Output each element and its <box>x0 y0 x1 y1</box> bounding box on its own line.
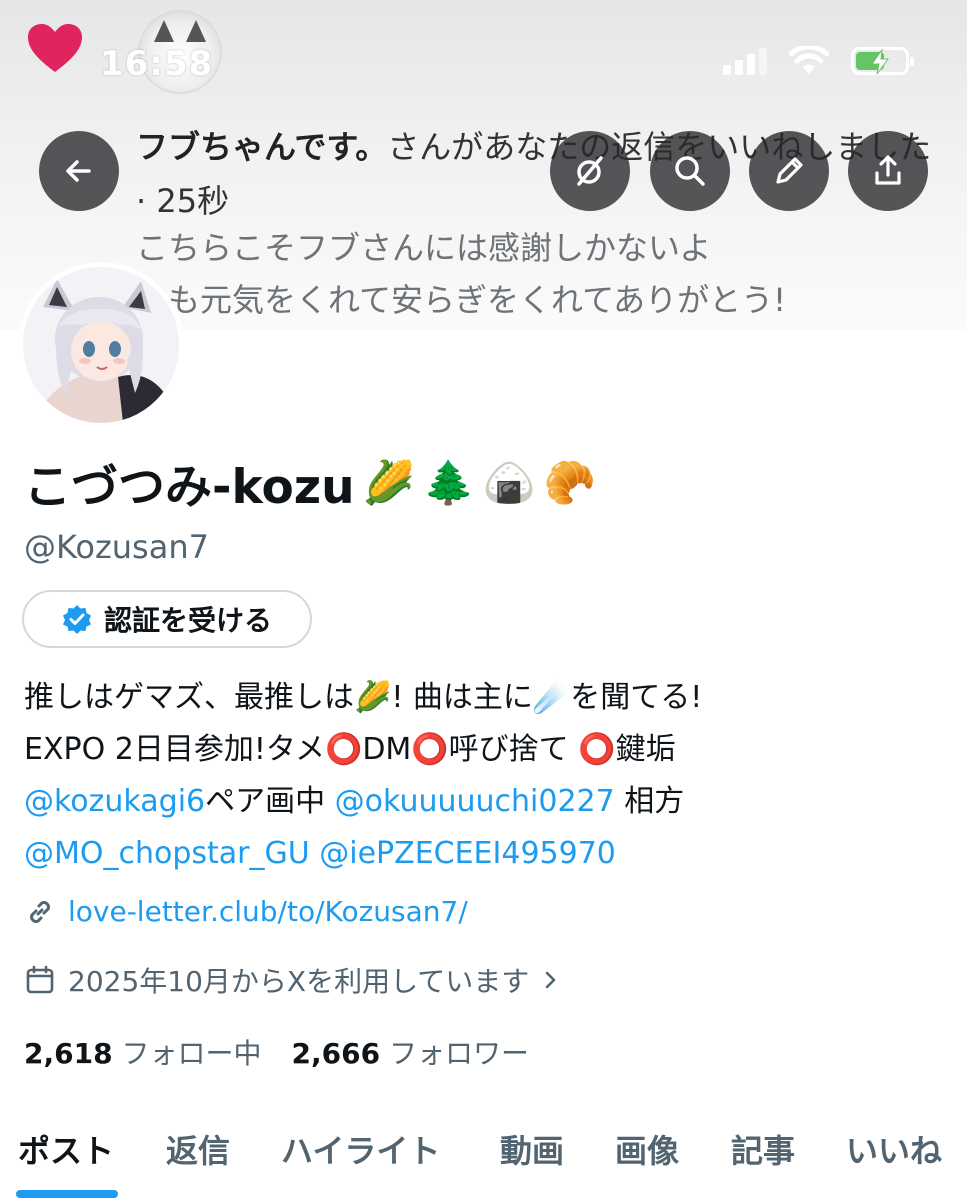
status-indicators <box>723 46 914 76</box>
back-arrow-icon <box>66 160 91 182</box>
following-stat[interactable]: 2,618 フォロー中 <box>24 1032 262 1072</box>
tree-emoji: 🌲 <box>422 457 476 507</box>
circle-emoji: ⭕ <box>411 732 449 767</box>
joined-date: 2025年10月からXを利用しています <box>68 965 530 998</box>
status-time: 16:58 <box>100 44 214 84</box>
followers-count: 2,666 <box>291 1037 381 1070</box>
grok-button[interactable] <box>550 131 630 211</box>
tab-posts[interactable]: ポスト <box>15 1118 119 1198</box>
chevron-right-icon <box>545 971 556 989</box>
edit-button[interactable] <box>749 131 829 211</box>
share-icon <box>875 155 901 185</box>
mention-link[interactable]: @iePZECEEI495970 <box>319 836 616 871</box>
cellular-signal-icon <box>723 47 767 75</box>
follow-stats: 2,618 フォロー中 2,666 フォロワー <box>24 1032 529 1072</box>
bio-text: EXPO 2日目参加!タメ <box>24 732 325 767</box>
bio-text: ペア画中 <box>205 784 326 819</box>
following-label: フォロー中 <box>121 1037 262 1070</box>
mention-link[interactable]: @MO_chopstar_GU <box>24 836 310 871</box>
pencil-icon <box>776 157 803 184</box>
bio-text: 推しはゲマズ、最推しは <box>24 680 354 715</box>
link-icon <box>30 900 50 923</box>
back-button[interactable] <box>39 131 119 211</box>
bio-text: ! 曲は主に <box>391 680 533 715</box>
mention-link[interactable]: @kozukagi6 <box>24 784 205 819</box>
profile-bio: 推しはゲマズ、最推しは🌽! 曲は主に☄️を聞てる! EXPO 2日目参加!タメ⭕… <box>24 672 944 880</box>
bio-text: DM <box>362 732 412 767</box>
circle-emoji: ⭕ <box>578 732 616 767</box>
get-verified-label: 認証を受ける <box>103 604 272 637</box>
mention-link[interactable]: @okuuuuuchi0227 <box>335 784 615 819</box>
reply-line: こちらこそフブさんには感謝しかないよ <box>136 229 712 267</box>
notification-reply: こちらこそフブさんには感謝しかないよ つも元気をくれて安らぎをくれてありがとう! <box>136 222 936 326</box>
bio-text: 呼び捨て <box>448 732 569 767</box>
tab-media[interactable]: 画像 <box>615 1118 679 1172</box>
get-verified-button[interactable]: 認証を受ける <box>22 590 312 648</box>
search-button[interactable] <box>650 131 730 211</box>
comet-emoji: ☄️ <box>532 680 571 715</box>
website-row: love-letter.club/to/Kozusan7/ <box>24 895 468 928</box>
search-icon <box>675 156 705 186</box>
profile-tabs: ポスト 返信 ハイライト 動画 画像 記事 いいね <box>0 1118 967 1200</box>
rice-ball-emoji: 🍙 <box>483 457 536 507</box>
verified-badge-icon <box>62 605 91 634</box>
followers-stat[interactable]: 2,666 フォロワー <box>292 1032 530 1072</box>
notification-actor: フブちゃんです。 <box>136 128 388 166</box>
heart-icon <box>28 24 82 72</box>
tab-articles[interactable]: 記事 <box>731 1118 795 1172</box>
website-link[interactable]: love-letter.club/to/Kozusan7/ <box>68 895 468 928</box>
bio-text: 鍵垢 <box>615 732 676 767</box>
bio-text: 相方 <box>624 784 685 819</box>
following-count: 2,618 <box>24 1037 113 1070</box>
reply-line: つも元気をくれて安らぎをくれてありがとう! <box>136 281 786 319</box>
followers-label: フォロワー <box>388 1037 529 1070</box>
bio-line: EXPO 2日目参加!タメ⭕DM⭕呼び捨て ⭕鍵垢 <box>24 724 944 776</box>
wifi-icon <box>789 46 829 74</box>
tab-videos[interactable]: 動画 <box>500 1118 564 1172</box>
bio-text: を聞てる! <box>570 680 703 715</box>
avatar-illustration <box>23 267 179 423</box>
croissant-emoji: 🥐 <box>543 457 596 507</box>
display-name: こづつみ-kozu 🌽 🌲 🍙 🥐 <box>24 448 596 517</box>
circle-emoji: ⭕ <box>324 732 363 767</box>
notification-time: · 25秒 <box>136 182 230 220</box>
corn-emoji: 🌽 <box>354 680 392 715</box>
display-name-text: こづつみ-kozu <box>24 460 355 515</box>
share-button[interactable] <box>848 131 928 211</box>
calendar-icon <box>26 965 54 994</box>
corn-emoji: 🌽 <box>362 457 415 507</box>
joined-row[interactable]: 2025年10月からXを利用しています <box>24 960 561 1000</box>
profile-handle: @Kozusan7 <box>24 528 209 566</box>
battery-icon <box>851 47 914 75</box>
bio-line: @MO_chopstar_GU @iePZECEEI495970 <box>24 828 944 880</box>
profile-avatar[interactable] <box>18 262 184 428</box>
tab-highlights[interactable]: ハイライト <box>281 1118 440 1172</box>
bio-line: @kozukagi6ペア画中 @okuuuuuchi0227 相方 <box>24 776 944 828</box>
tab-likes[interactable]: いいね <box>846 1118 942 1172</box>
bio-line: 推しはゲマズ、最推しは🌽! 曲は主に☄️を聞てる! <box>24 672 944 724</box>
tab-replies[interactable]: 返信 <box>166 1118 230 1172</box>
grok-icon <box>577 156 603 186</box>
